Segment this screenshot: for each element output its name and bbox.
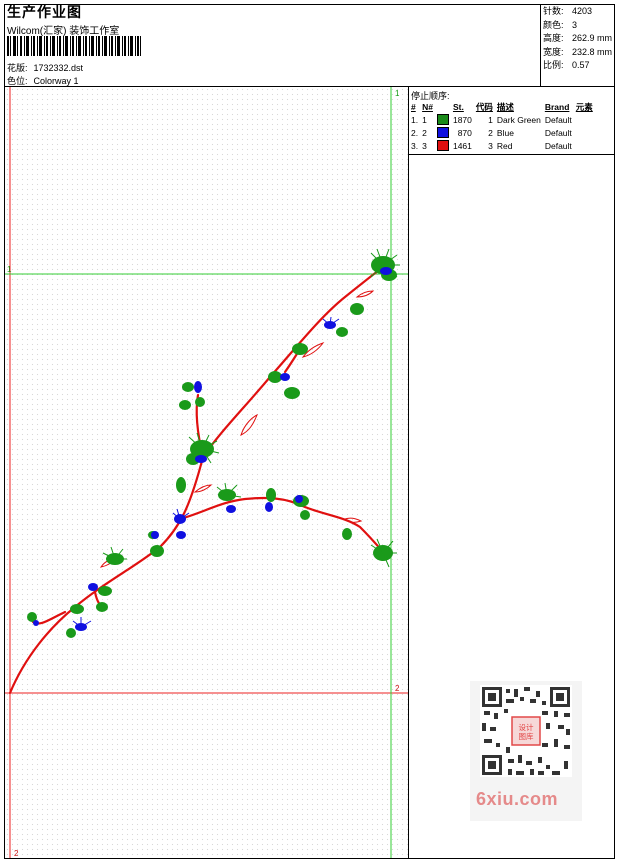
table-bottom-rule — [409, 154, 615, 155]
leaf-clusters — [27, 256, 397, 638]
col-stitches: St. — [452, 101, 464, 112]
design-stats: 针数: 4203 颜色: 3 高度: 262.9 mm 宽度: 232.8 mm 比例:… — [543, 5, 612, 73]
marker-top-right: 1 — [395, 89, 400, 98]
design-canvas: 1 1 2 2 — [5, 87, 408, 858]
colorway-value: Colorway 1 — [33, 76, 79, 86]
stat-colors: 颜色: 3 — [543, 19, 578, 30]
qr-code: 设计图库 — [480, 685, 572, 777]
color-swatch — [436, 140, 449, 152]
design-label: 花版: — [7, 63, 28, 73]
page-title: 生产作业图 — [7, 4, 82, 20]
col-needle: N# — [422, 101, 433, 112]
stem-leaf-outlines — [99, 290, 375, 568]
table-header-row: # N# St. 代码 描述 Brand 元素 — [410, 100, 596, 113]
design-value: 1732332.dst — [33, 63, 84, 73]
header-divider — [540, 4, 541, 86]
table-row: 2. 2 870 2 Blue Default — [411, 127, 572, 139]
stat-height: 高度: 262.9 mm — [543, 33, 613, 43]
barcode — [7, 36, 141, 56]
watermark-text: 6xiu.com — [476, 789, 559, 809]
marker-left-mid: 1 — [7, 265, 12, 274]
stop-sequence-table: # N# St. 代码 描述 Brand 元素 1. 1 1870 1 Dark… — [410, 100, 596, 152]
color-swatch — [436, 127, 449, 139]
design-info: 花版: 1732332.dst — [7, 61, 83, 74]
stems — [8, 265, 385, 695]
qr-badge-text: 设计图库 — [519, 722, 534, 741]
col-swatch — [436, 100, 452, 113]
colorway-label: 色位: — [7, 76, 28, 86]
marker-bottom-left: 2 — [14, 849, 19, 858]
embroidery-preview: 1 1 2 2 — [5, 87, 408, 858]
stat-width: 宽度: 232.8 mm — [543, 46, 613, 57]
col-index: # — [411, 101, 416, 112]
col-description: 描述 — [496, 101, 514, 112]
col-brand: Brand — [544, 101, 570, 112]
col-code: 代码 — [475, 101, 493, 112]
color-swatch — [436, 114, 449, 126]
table-row: 3. 3 1461 3 Red Default — [411, 140, 572, 152]
marker-right-bottom: 2 — [395, 684, 400, 693]
stat-stitches: 针数: 4203 — [543, 6, 593, 16]
col-element: 元素 — [575, 101, 593, 112]
panel-divider — [408, 87, 409, 858]
table-row: 1. 1 1870 1 Dark Green Default — [411, 114, 572, 126]
stat-scale: 比例: 0.57 — [543, 60, 590, 70]
company-name: Wilcom(汇家) 装饰工作室 — [7, 26, 120, 37]
